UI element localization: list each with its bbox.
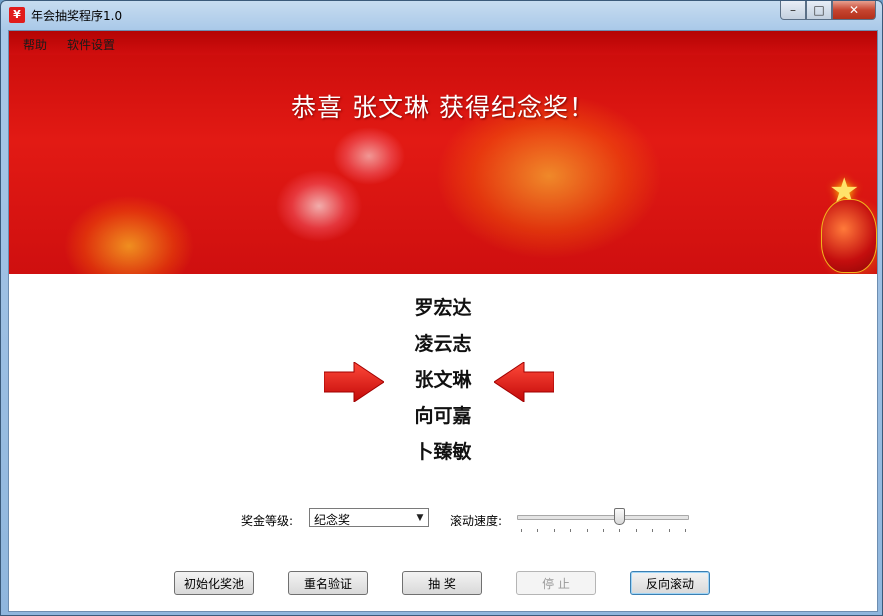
name-item: 卜臻敏 [414,441,472,463]
arrow-right-icon [324,362,384,402]
menu-settings[interactable]: 软件设置 [67,36,115,53]
close-button[interactable]: ✕ [832,1,876,20]
stop-button[interactable]: 停 止 [516,571,596,595]
action-buttons: 初始化奖池 重名验证 抽 奖 停 止 反向滚动 [9,571,877,597]
window-title: 年会抽奖程序1.0 [31,9,123,23]
slider-tick [685,529,686,532]
lantern-icon [821,199,877,273]
slider-thumb[interactable] [614,508,626,525]
reverse-scroll-button[interactable]: 反向滚动 [630,571,710,595]
scroll-speed-slider[interactable] [515,507,690,537]
slider-tick [586,529,588,532]
minimize-button[interactable]: – [780,1,806,20]
scroll-speed-label: 滚动速度: [450,514,503,528]
name-item: 凌云志 [414,333,472,355]
app-window: ¥ 年会抽奖程序1.0 – □ ✕ 帮助 软件设置 恭喜 张文琳 获得纪念奖！ … [0,0,883,616]
window-controls: – □ ✕ [780,1,876,21]
prize-level-value: 纪念奖 [314,513,351,527]
slider-tick [652,529,654,532]
slider-tick [570,529,572,532]
draw-button[interactable]: 抽 奖 [402,571,482,595]
slider-tick [553,529,555,532]
title-bar[interactable]: ¥ 年会抽奖程序1.0 – □ ✕ [1,1,882,29]
name-item: 罗宏达 [414,297,472,319]
fireworks-banner: 帮助 软件设置 恭喜 张文琳 获得纪念奖！ ★ [9,31,877,274]
name-item: 向可嘉 [414,405,472,427]
slider-tick [635,529,637,532]
arrow-left-icon [494,362,554,402]
client-area: 帮助 软件设置 恭喜 张文琳 获得纪念奖！ ★ 罗宏达 凌云志 张文琳 向可嘉 … [8,30,878,612]
slider-tick [619,529,621,532]
winner-announcement: 恭喜 张文琳 获得纪念奖！ [291,93,595,122]
chevron-down-icon[interactable]: ▼ [412,509,428,526]
duplicate-check-button[interactable]: 重名验证 [288,571,368,595]
menu-bar: 帮助 软件设置 [9,31,877,55]
slider-tick [521,529,522,532]
name-item-selected: 张文琳 [414,369,472,391]
menu-help[interactable]: 帮助 [23,36,47,53]
slider-tick [537,529,539,532]
settings-row: 奖金等级: 纪念奖 ▼ 滚动速度: [9,507,877,537]
red-envelope-icon: ¥ [9,7,25,23]
slider-tick [668,529,670,532]
prize-level-label: 奖金等级: [241,514,294,528]
maximize-button[interactable]: □ [806,1,832,20]
prize-level-select[interactable]: 纪念奖 ▼ [309,508,429,527]
slider-tick [603,529,604,532]
init-pool-button[interactable]: 初始化奖池 [174,571,254,595]
slider-track [517,515,689,520]
